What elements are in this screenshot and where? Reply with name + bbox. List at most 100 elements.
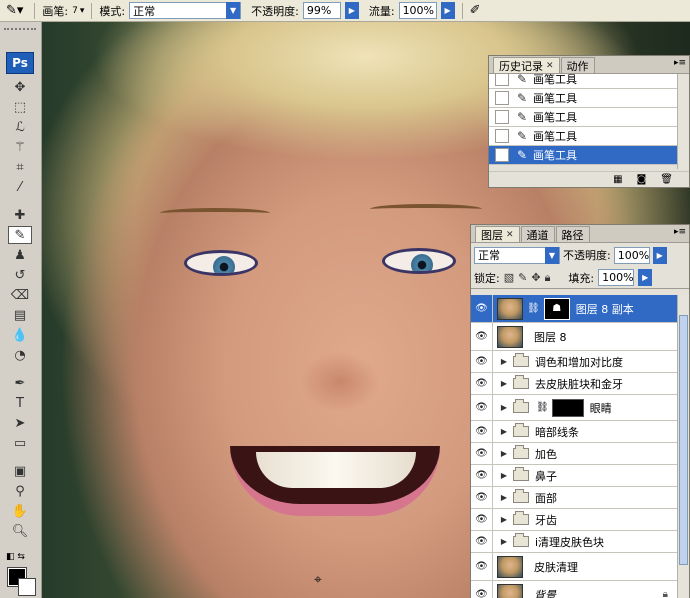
expand-triangle-icon[interactable]: ▶ bbox=[497, 427, 511, 436]
expand-triangle-icon[interactable]: ▶ bbox=[497, 515, 511, 524]
pen-tool-icon[interactable]: ✒ bbox=[8, 374, 32, 392]
shape-tool-icon[interactable]: ▭ bbox=[8, 434, 32, 452]
expand-triangle-icon[interactable]: ▶ bbox=[497, 493, 511, 502]
group-mask-thumbnail[interactable] bbox=[551, 398, 584, 417]
link-icon[interactable]: ⛓ bbox=[536, 402, 549, 413]
brush-tool-icon[interactable]: ✎ bbox=[8, 226, 32, 244]
expand-triangle-icon[interactable]: ▶ bbox=[497, 449, 511, 458]
lasso-tool-icon[interactable]: ℒ bbox=[8, 118, 32, 136]
layer-row[interactable]: 👁︎ 图层 8 bbox=[471, 323, 678, 351]
type-tool-icon[interactable]: T bbox=[8, 394, 32, 412]
layer-group-row[interactable]: 👁︎ ▶ 加色 bbox=[471, 443, 678, 465]
gradient-tool-icon[interactable]: ▤ bbox=[8, 306, 32, 324]
trash-icon[interactable]: 🗑︎ bbox=[660, 174, 673, 185]
history-source-checkbox[interactable] bbox=[495, 91, 509, 105]
layer-row-selected[interactable]: 👁︎ ⛓ ☗ 图层 8 副本 bbox=[471, 295, 678, 323]
layer-group-row[interactable]: 👁︎ ▶ 鼻子 bbox=[471, 465, 678, 487]
history-item[interactable]: ✎ 画笔工具 bbox=[489, 127, 689, 146]
history-source-checkbox[interactable] bbox=[495, 148, 509, 162]
flow-slider-button[interactable]: ▶ bbox=[440, 2, 455, 19]
history-brush-tool-icon[interactable]: ↺ bbox=[8, 266, 32, 284]
fill-slider-button[interactable]: ▶ bbox=[638, 269, 653, 286]
tab-channels[interactable]: 通道 bbox=[520, 226, 555, 242]
layer-group-row[interactable]: 👁︎ ▶ 面部 bbox=[471, 487, 678, 509]
opacity-slider-button[interactable]: ▶ bbox=[344, 2, 359, 19]
history-scrollbar[interactable] bbox=[677, 74, 689, 169]
tab-history[interactable]: 历史记录 ✕ bbox=[493, 57, 560, 73]
layer-group-row[interactable]: 👁︎ ▶ ⛓ 眼睛 bbox=[471, 395, 678, 421]
layer-mask-thumbnail[interactable]: ☗ bbox=[543, 297, 570, 320]
close-icon[interactable]: ✕ bbox=[506, 230, 514, 240]
tab-layers[interactable]: 图层 ✕ bbox=[475, 226, 520, 242]
lock-transparent-icon[interactable]: ▧ bbox=[504, 271, 514, 284]
close-icon[interactable]: ✕ bbox=[546, 61, 554, 71]
eye-icon[interactable]: 👁︎ bbox=[471, 531, 493, 552]
slice-tool-icon[interactable]: ⁄ bbox=[8, 178, 32, 196]
eye-icon[interactable]: 👁︎ bbox=[471, 553, 493, 580]
eye-icon[interactable]: 👁︎ bbox=[471, 323, 493, 350]
link-icon[interactable]: ⛓ bbox=[527, 303, 540, 314]
path-selection-tool-icon[interactable]: ➤ bbox=[8, 414, 32, 432]
airbrush-icon[interactable]: ✐ bbox=[470, 3, 481, 18]
fill-field[interactable]: 100% bbox=[598, 269, 635, 286]
scrollbar-thumb[interactable] bbox=[679, 315, 688, 565]
eye-icon[interactable]: 👁︎ bbox=[471, 351, 493, 372]
snapshot-icon[interactable]: ◙ bbox=[637, 174, 647, 185]
mode-select[interactable]: 正常 ▼ bbox=[129, 2, 242, 19]
history-source-checkbox[interactable] bbox=[495, 129, 509, 143]
flow-field[interactable]: 100% bbox=[398, 2, 437, 19]
eye-icon[interactable]: 👁︎ bbox=[471, 581, 493, 598]
history-item-selected[interactable]: ✎ 画笔工具 bbox=[489, 146, 689, 165]
layer-group-row[interactable]: 👁︎ ▶ i清理皮肤色块 bbox=[471, 531, 678, 553]
panel-menu-icon[interactable]: ▸≡ bbox=[674, 227, 686, 237]
background-color-swatch[interactable] bbox=[18, 578, 36, 596]
blend-mode-select[interactable]: 正常 ▼ bbox=[474, 246, 560, 264]
eraser-tool-icon[interactable]: ⌫ bbox=[8, 286, 32, 304]
panel-menu-icon[interactable]: ▸≡ bbox=[674, 58, 686, 68]
toolbox-grip[interactable] bbox=[4, 28, 36, 34]
marquee-tool-icon[interactable]: ⬚ bbox=[8, 98, 32, 116]
tab-paths[interactable]: 路径 bbox=[555, 226, 590, 242]
move-tool-icon[interactable]: ✥ bbox=[8, 78, 32, 96]
history-item[interactable]: ✎ 画笔工具 bbox=[489, 74, 689, 89]
magic-wand-tool-icon[interactable]: ⚚ bbox=[8, 138, 32, 156]
dodge-tool-icon[interactable]: ◔ bbox=[8, 346, 32, 364]
expand-triangle-icon[interactable]: ▶ bbox=[497, 471, 511, 480]
layer-opacity-field[interactable]: 100% bbox=[613, 246, 650, 264]
new-document-icon[interactable]: ▦ bbox=[613, 174, 622, 185]
expand-triangle-icon[interactable]: ▶ bbox=[497, 537, 511, 546]
zoom-tool-icon[interactable]: 🔍︎ bbox=[8, 522, 32, 540]
tab-actions[interactable]: 动作 bbox=[560, 57, 595, 73]
eyedropper-tool-icon[interactable]: ⚲ bbox=[8, 482, 32, 500]
expand-triangle-icon[interactable]: ▶ bbox=[497, 403, 511, 412]
layer-group-row[interactable]: 👁︎ ▶ 调色和增加对比度 bbox=[471, 351, 678, 373]
lock-position-icon[interactable]: ✥ bbox=[531, 271, 540, 284]
ps-logo[interactable]: Ps bbox=[6, 52, 34, 74]
eye-icon[interactable]: 👁︎ bbox=[471, 443, 493, 464]
background-layer-row[interactable]: 👁︎ 背景 🔒︎ bbox=[471, 581, 678, 598]
expand-triangle-icon[interactable]: ▶ bbox=[497, 357, 511, 366]
lock-all-icon[interactable]: 🔒︎ bbox=[545, 271, 551, 285]
layers-scrollbar[interactable] bbox=[677, 295, 689, 598]
eye-icon[interactable]: 👁︎ bbox=[471, 465, 493, 486]
expand-triangle-icon[interactable]: ▶ bbox=[497, 379, 511, 388]
history-item[interactable]: ✎ 画笔工具 bbox=[489, 108, 689, 127]
layer-opacity-slider-button[interactable]: ▶ bbox=[652, 246, 667, 264]
blur-tool-icon[interactable]: 💧 bbox=[8, 326, 32, 344]
eye-icon[interactable]: 👁︎ bbox=[471, 421, 493, 442]
history-item[interactable]: ✎ 画笔工具 bbox=[489, 89, 689, 108]
eye-icon[interactable]: 👁︎ bbox=[471, 295, 493, 322]
swap-colors-icon[interactable]: ◧ ⇆ bbox=[6, 552, 25, 562]
notes-tool-icon[interactable]: ▣ bbox=[8, 462, 32, 480]
layer-group-row[interactable]: 👁︎ ▶ 牙齿 bbox=[471, 509, 678, 531]
brush-preset-picker[interactable]: 7 ▾ bbox=[72, 6, 84, 16]
brush-tool-icon[interactable]: ✎▾ bbox=[2, 3, 27, 18]
layer-row[interactable]: 👁︎ 皮肤清理 bbox=[471, 553, 678, 581]
lock-image-icon[interactable]: ✎ bbox=[518, 271, 527, 284]
opacity-field[interactable]: 99% bbox=[302, 2, 341, 19]
layer-group-row[interactable]: 👁︎ ▶ 暗部线条 bbox=[471, 421, 678, 443]
history-source-checkbox[interactable] bbox=[495, 74, 509, 86]
eye-icon[interactable]: 👁︎ bbox=[471, 373, 493, 394]
clone-stamp-tool-icon[interactable]: ♟ bbox=[8, 246, 32, 264]
eye-icon[interactable]: 👁︎ bbox=[471, 395, 493, 420]
